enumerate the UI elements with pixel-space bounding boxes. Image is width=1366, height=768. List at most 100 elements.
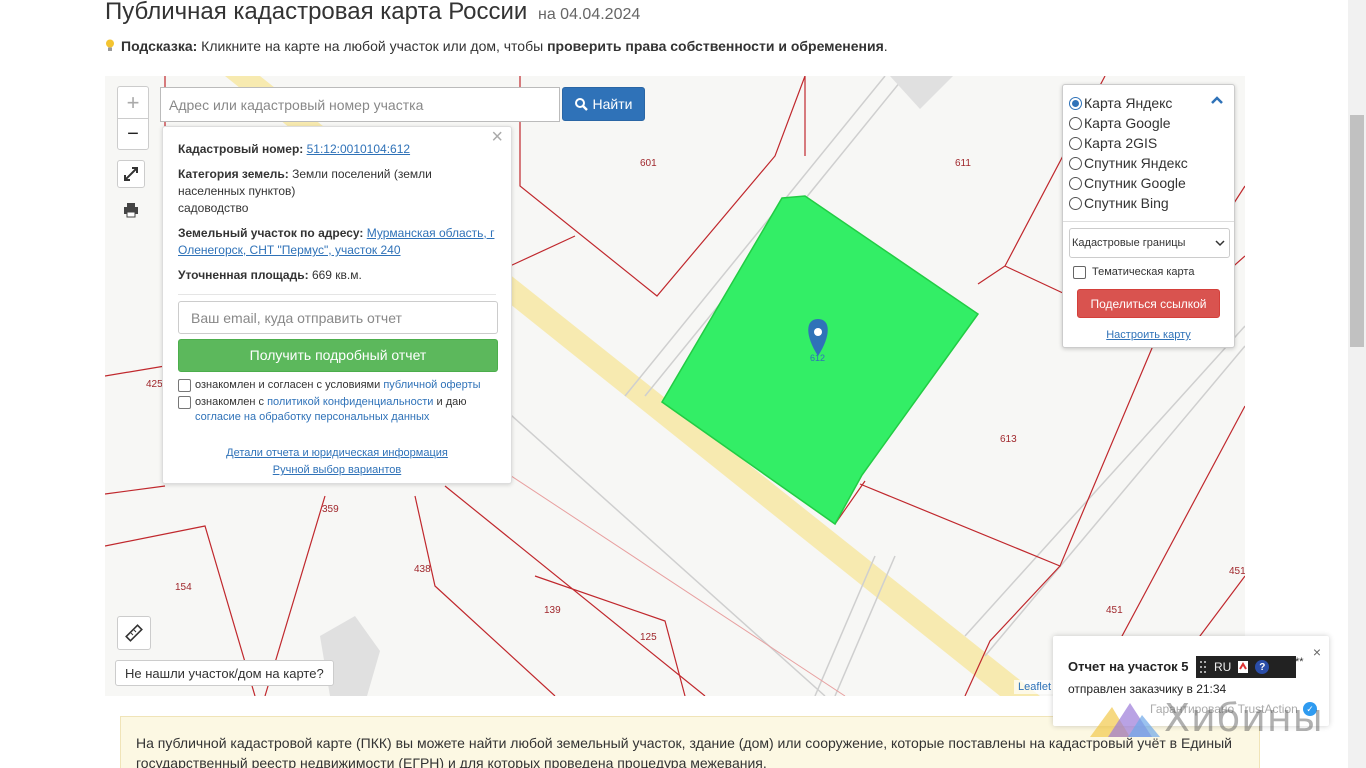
map-layer-option[interactable]: Карта Яндекс bbox=[1069, 93, 1228, 113]
area-row: Уточненная площадь: 669 кв.м. bbox=[178, 267, 496, 284]
grip-icon bbox=[1200, 661, 1206, 673]
area-label: Уточненная площадь: bbox=[178, 268, 309, 282]
report-details-link[interactable]: Детали отчета и юридическая информация bbox=[226, 447, 448, 459]
hint-text: Кликните на карте на любой участок или д… bbox=[197, 38, 548, 54]
map-layer-option[interactable]: Карта Google bbox=[1069, 113, 1228, 133]
parcel-label: 612 bbox=[810, 353, 825, 363]
address-row: Земельный участок по адресу: Мурманская … bbox=[178, 225, 496, 259]
search-icon bbox=[574, 97, 588, 111]
parcel-label: 451 bbox=[1229, 566, 1245, 577]
layer-option-label: Карта 2GIS bbox=[1084, 135, 1158, 151]
cadastral-row: Кадастровый номер: 51:12:0010104:612 bbox=[178, 141, 496, 158]
hint-emphasis: проверить права собственности и обремене… bbox=[547, 38, 884, 54]
map-layer-option[interactable]: Спутник Google bbox=[1069, 173, 1228, 193]
thematic-map-toggle[interactable]: Тематическая карта bbox=[1069, 264, 1228, 280]
layer-option-label: Спутник Яндекс bbox=[1084, 155, 1188, 171]
scrollbar-thumb[interactable] bbox=[1350, 115, 1364, 347]
watermark-text: Хибины bbox=[1164, 696, 1324, 740]
parcel-label: 359 bbox=[322, 504, 339, 515]
offer-consent: ознакомлен и согласен с условиями публич… bbox=[178, 378, 496, 393]
zoom-out-button[interactable]: − bbox=[118, 118, 148, 149]
layer-radio[interactable] bbox=[1069, 176, 1082, 190]
address-label: Земельный участок по адресу: bbox=[178, 226, 364, 240]
hint-tail: . bbox=[883, 38, 888, 54]
search-input[interactable] bbox=[160, 87, 560, 122]
popup-bottom-links: Детали отчета и юридическая информация Р… bbox=[163, 445, 511, 479]
title-date: на 04.04.2024 bbox=[538, 6, 641, 23]
privacy-text-part: ознакомлен с bbox=[195, 396, 268, 408]
parcel-label: 425 bbox=[146, 379, 163, 390]
layer-switcher: Карта Яндекс Карта Google Карта 2GIS Спутни… bbox=[1062, 84, 1235, 348]
map-layer-option[interactable]: Карта 2GIS bbox=[1069, 133, 1228, 153]
manual-choice-link[interactable]: Ручной выбор вариантов bbox=[273, 464, 401, 476]
parcel-label: 451 bbox=[1106, 605, 1123, 616]
toast-subtitle: отправлен заказчику в 21:34 bbox=[1068, 682, 1227, 696]
layer-option-label: Карта Яндекс bbox=[1084, 95, 1173, 111]
hint: Подсказка: Кликните на карте на любой уч… bbox=[105, 38, 888, 54]
language-bar[interactable]: RU ? bbox=[1196, 656, 1296, 678]
parcel-label: 613 bbox=[1000, 434, 1017, 445]
parcel-label: 601 bbox=[640, 158, 657, 169]
category-row: Категория земель: Земли поселений (земли… bbox=[178, 166, 496, 217]
close-popup-button[interactable]: × bbox=[491, 127, 503, 147]
offer-link[interactable]: публичной оферты bbox=[383, 379, 480, 391]
area-value: 669 кв.м. bbox=[311, 268, 362, 282]
search-button[interactable]: Найти bbox=[562, 87, 645, 121]
language-bar-suffix: ** bbox=[1295, 656, 1304, 668]
overlay-select[interactable]: Кадастровые границы bbox=[1069, 228, 1230, 258]
offer-text: ознакомлен и согласен с условиями публич… bbox=[195, 378, 481, 393]
cadastral-label: Кадастровый номер: bbox=[178, 142, 304, 156]
privacy-checkbox[interactable] bbox=[178, 396, 191, 409]
layer-radio[interactable] bbox=[1069, 156, 1082, 170]
thematic-checkbox[interactable] bbox=[1073, 265, 1086, 279]
layer-radio[interactable] bbox=[1069, 136, 1082, 150]
help-icon[interactable]: ? bbox=[1255, 660, 1270, 674]
get-report-button[interactable]: Получить подробный отчет bbox=[178, 339, 498, 372]
print-button[interactable] bbox=[117, 196, 145, 224]
parcel-label: 154 bbox=[175, 582, 192, 593]
parcel-label: 438 bbox=[414, 564, 431, 575]
map-layer-option[interactable]: Спутник Яндекс bbox=[1069, 153, 1228, 173]
zoom-in-button[interactable]: + bbox=[118, 87, 148, 118]
thematic-label: Тематическая карта bbox=[1092, 266, 1195, 278]
print-icon bbox=[124, 203, 138, 218]
cadastral-number-link[interactable]: 51:12:0010104:612 bbox=[307, 142, 410, 156]
title-text: Публичная кадастровая карта России bbox=[105, 0, 528, 25]
cadastral-map[interactable]: 612 601 611 613 425 359 438 154 139 125 … bbox=[105, 76, 1245, 696]
layer-radio[interactable] bbox=[1069, 116, 1082, 130]
parcel-popup: × Кадастровый номер: 51:12:0010104:612 К… bbox=[162, 126, 512, 484]
close-toast-button[interactable]: × bbox=[1313, 644, 1321, 660]
layer-radio[interactable] bbox=[1069, 196, 1082, 210]
layer-radio[interactable] bbox=[1069, 96, 1082, 110]
privacy-text: ознакомлен с политикой конфиденциальност… bbox=[195, 395, 466, 425]
layer-option-label: Карта Google bbox=[1084, 115, 1171, 131]
expand-icon bbox=[124, 167, 138, 181]
email-field[interactable] bbox=[178, 301, 498, 334]
not-found-button[interactable]: Не нашли участок/дом на карте? bbox=[115, 660, 334, 686]
personal-data-link[interactable]: согласие на обработку персональных данны… bbox=[195, 411, 429, 423]
category-sub: садоводство bbox=[178, 201, 249, 215]
map-layer-option[interactable]: Спутник Bing bbox=[1069, 193, 1228, 213]
zoom-control: + − bbox=[117, 86, 149, 150]
lightbulb-icon bbox=[106, 39, 114, 51]
toast-title: Отчет на участок 5 bbox=[1068, 659, 1189, 674]
parcel-label: 125 bbox=[640, 632, 657, 643]
mountains-logo-icon bbox=[1090, 703, 1160, 737]
parcel-label: 139 bbox=[544, 605, 561, 616]
document-icon bbox=[1238, 661, 1249, 673]
chevron-up-icon[interactable] bbox=[1210, 95, 1224, 105]
offer-text-part: ознакомлен и согласен с условиями bbox=[195, 379, 384, 391]
share-link-button[interactable]: Поделиться ссылкой bbox=[1077, 289, 1220, 318]
watermark: Хибины bbox=[1090, 696, 1324, 740]
language-code[interactable]: RU bbox=[1214, 660, 1231, 674]
layer-option-label: Спутник Bing bbox=[1084, 195, 1169, 211]
fullscreen-button[interactable] bbox=[117, 160, 145, 188]
offer-checkbox[interactable] bbox=[178, 379, 191, 392]
overlay-select-value: Кадастровые границы bbox=[1072, 237, 1186, 249]
setup-map-link[interactable]: Настроить карту bbox=[1069, 329, 1228, 341]
page-scrollbar[interactable] bbox=[1348, 0, 1366, 768]
leaflet-attribution[interactable]: Leaflet bbox=[1014, 680, 1056, 694]
measure-button[interactable] bbox=[117, 616, 151, 650]
parcel-label: 611 bbox=[955, 158, 971, 169]
privacy-policy-link[interactable]: политикой конфиденциальности bbox=[267, 396, 433, 408]
